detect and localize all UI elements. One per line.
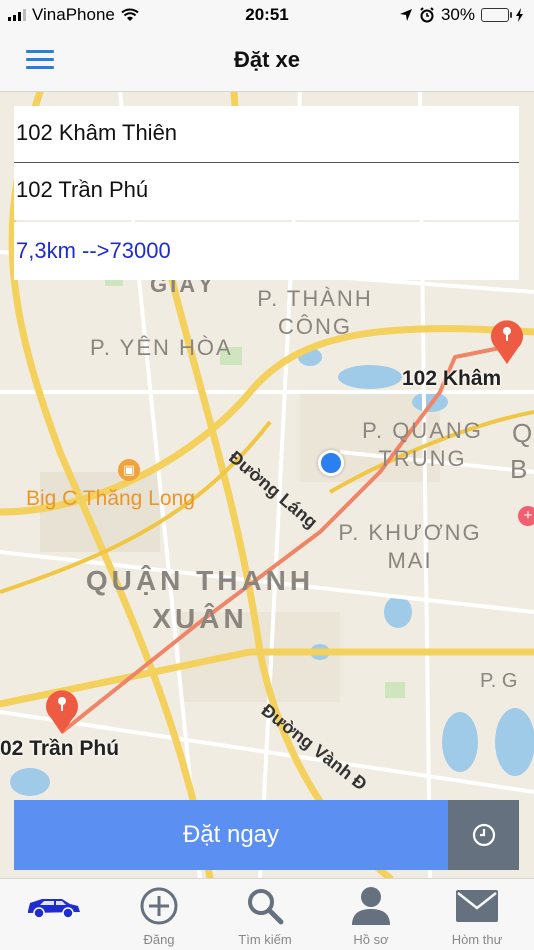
page-title: Đặt xe xyxy=(233,47,301,72)
tab-post-label: Đăng xyxy=(143,932,175,947)
battery-icon xyxy=(481,8,512,22)
hospital-icon: + xyxy=(518,506,534,526)
order-now-button[interactable]: Đặt ngay xyxy=(14,800,448,870)
destination-input[interactable]: 102 Trần Phú xyxy=(14,163,519,220)
map-label-q: Q xyxy=(512,418,533,448)
schedule-button[interactable] xyxy=(448,800,519,870)
tab-post[interactable]: Đăng xyxy=(106,879,212,950)
clock-icon xyxy=(472,823,495,847)
search-icon xyxy=(248,889,284,925)
shopping-icon: ▣ xyxy=(118,459,140,481)
battery-percent: 30% xyxy=(440,5,475,24)
charging-bolt-icon xyxy=(516,8,523,22)
origin-marker-label: 102 Khâm xyxy=(402,367,502,390)
destination-marker-icon[interactable] xyxy=(42,686,82,734)
tab-car[interactable] xyxy=(0,879,106,950)
tab-mailbox[interactable]: Hòm thư xyxy=(424,879,530,950)
tab-search[interactable]: Tìm kiếm xyxy=(212,879,318,950)
map-label-khuong-mai: P. KHƯƠNG MAI xyxy=(338,520,482,573)
route-form: 102 Khâm Thiên 102 Trần Phú xyxy=(14,106,519,220)
destination-marker-label: 02 Trần Phú xyxy=(0,737,120,760)
distance-price-label: 7,3km -->73000 xyxy=(14,222,519,280)
map-label-thanh-cong: P. THÀNH CÔNG xyxy=(257,286,373,339)
poi-label-big-c: Big C Thăng Long xyxy=(26,487,195,510)
map-label-thanh-xuan: QUẬN THANH XUÂN xyxy=(85,565,315,634)
map-label-yen-hoa: P. YÊN HÒA xyxy=(90,335,233,360)
map-label-p-g: P. G xyxy=(480,670,518,692)
tab-search-label: Tìm kiếm xyxy=(238,932,292,947)
plus-circle-icon xyxy=(140,887,178,925)
origin-marker-icon[interactable] xyxy=(487,316,527,364)
map-label-b: B xyxy=(510,454,528,484)
current-location-dot xyxy=(318,450,344,476)
map-label-quang-trung: P. QUANG TRUNG xyxy=(362,418,483,471)
tab-mailbox-label: Hòm thư xyxy=(451,932,503,947)
person-icon xyxy=(352,887,390,925)
origin-input[interactable]: 102 Khâm Thiên xyxy=(14,106,519,163)
tab-profile-label: Hồ sơ xyxy=(353,932,389,947)
mail-icon xyxy=(456,890,498,922)
alarm-icon xyxy=(420,7,434,23)
car-icon xyxy=(28,899,80,919)
tab-profile[interactable]: Hồ sơ xyxy=(318,879,424,950)
nav-bar: Đặt xe xyxy=(0,30,534,92)
location-arrow-icon xyxy=(399,9,412,21)
tab-bar: Đăng Tìm kiếm Hồ sơ Hòm thư xyxy=(0,878,534,950)
status-bar: VinaPhone 20:51 30% xyxy=(0,0,534,30)
